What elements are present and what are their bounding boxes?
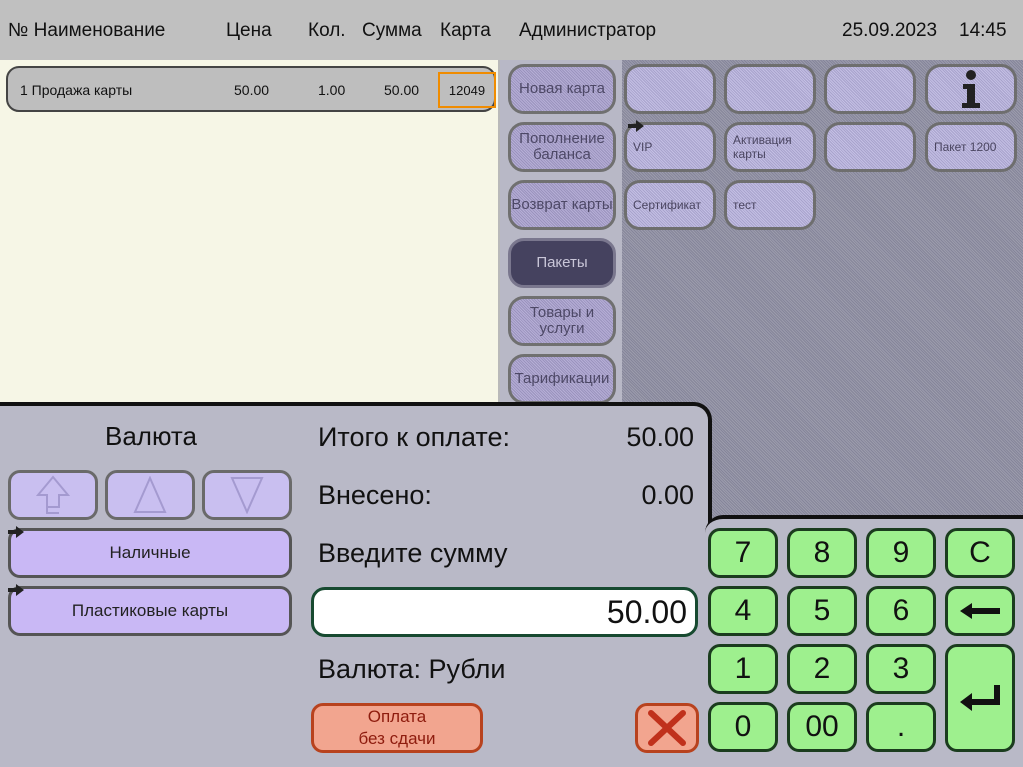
header-bar: № Наименование Цена Кол. Сумма Карта Адм… (0, 0, 1023, 60)
category-new-card[interactable]: Новая карта (508, 64, 616, 114)
paid-label: Внесено: (318, 480, 432, 510)
product-test[interactable]: тест (724, 180, 816, 230)
key-7[interactable]: 7 (708, 528, 778, 578)
payment-method-cash[interactable]: Наличные (8, 528, 292, 578)
arrow-up-to-top-icon (36, 475, 70, 514)
key-3[interactable]: 3 (866, 644, 936, 694)
key-5[interactable]: 5 (787, 586, 857, 636)
order-item-sum: 50.00 (384, 82, 420, 98)
arrow-down-icon (230, 477, 264, 514)
arrow-right-icon (8, 584, 24, 596)
backspace-button[interactable] (945, 586, 1015, 636)
info-icon (962, 70, 980, 108)
amount-input[interactable] (311, 587, 698, 637)
column-header-sum: Сумма (362, 20, 422, 41)
product-package-1200[interactable]: Пакет 1200 (925, 122, 1017, 172)
order-row[interactable]: 1 Продажа карты 50.00 1.00 50.00 12049 (6, 66, 496, 112)
category-top-up[interactable]: Пополнение баланса (508, 122, 616, 172)
product-empty[interactable] (824, 122, 916, 172)
key-9[interactable]: 9 (866, 528, 936, 578)
enter-amount-label: Введите сумму (318, 538, 508, 568)
current-time: 14:45 (959, 20, 1007, 41)
key-1[interactable]: 1 (708, 644, 778, 694)
enter-button[interactable] (945, 644, 1015, 752)
scroll-up-button[interactable] (105, 470, 195, 520)
pay-without-change-label: Оплата без сдачи (358, 707, 436, 748)
column-header-name: № Наименование (8, 20, 166, 41)
product-empty[interactable] (724, 64, 816, 114)
currency-title: Валюта (105, 421, 197, 451)
total-value: 50.00 (626, 422, 694, 452)
category-card-return[interactable]: Возврат карты (508, 180, 616, 230)
paid-value: 0.00 (641, 480, 694, 510)
total-label: Итого к оплате: (318, 422, 510, 452)
arrow-right-icon (8, 526, 24, 538)
product-empty[interactable] (824, 64, 916, 114)
category-goods-services[interactable]: Товары и услуги (508, 296, 616, 346)
scroll-top-button[interactable] (8, 470, 98, 520)
order-item-name: 1 Продажа карты (20, 82, 133, 98)
payment-method-card[interactable]: Пластиковые карты (8, 586, 292, 636)
category-packages[interactable]: Пакеты (508, 238, 616, 288)
pay-without-change-button[interactable]: Оплата без сдачи (311, 703, 483, 753)
order-item-price: 50.00 (234, 82, 270, 98)
key-decimal[interactable]: . (866, 702, 936, 752)
column-header-card: Карта (440, 20, 491, 41)
enter-arrow-icon (960, 685, 1000, 711)
cancel-button[interactable] (635, 703, 699, 753)
category-column: Новая карта Пополнение баланса Возврат к… (500, 60, 622, 405)
arrow-up-icon (133, 476, 167, 513)
key-00[interactable]: 00 (787, 702, 857, 752)
close-icon (648, 710, 686, 746)
key-6[interactable]: 6 (866, 586, 936, 636)
order-item-qty: 1.00 (318, 82, 346, 98)
key-clear[interactable]: C (945, 528, 1015, 578)
product-card-activation[interactable]: Активация карты (724, 122, 816, 172)
product-certificate[interactable]: Сертификат (624, 180, 716, 230)
key-0[interactable]: 0 (708, 702, 778, 752)
key-8[interactable]: 8 (787, 528, 857, 578)
order-list[interactable]: 1 Продажа карты 50.00 1.00 50.00 12049 (0, 60, 500, 405)
category-tariffs[interactable]: Тарификации (508, 354, 616, 404)
backspace-arrow-icon (960, 603, 1000, 619)
order-item-card[interactable]: 12049 (438, 72, 496, 108)
scroll-down-button[interactable] (202, 470, 292, 520)
current-date: 25.09.2023 (842, 20, 938, 41)
key-2[interactable]: 2 (787, 644, 857, 694)
column-header-qty: Кол. (308, 20, 346, 41)
currency-line: Валюта: Рубли (318, 654, 506, 684)
info-button[interactable] (925, 64, 1017, 114)
key-4[interactable]: 4 (708, 586, 778, 636)
column-header-price: Цена (226, 20, 272, 41)
product-empty[interactable] (624, 64, 716, 114)
user-name: Администратор (519, 20, 657, 41)
arrow-right-icon (628, 120, 644, 132)
